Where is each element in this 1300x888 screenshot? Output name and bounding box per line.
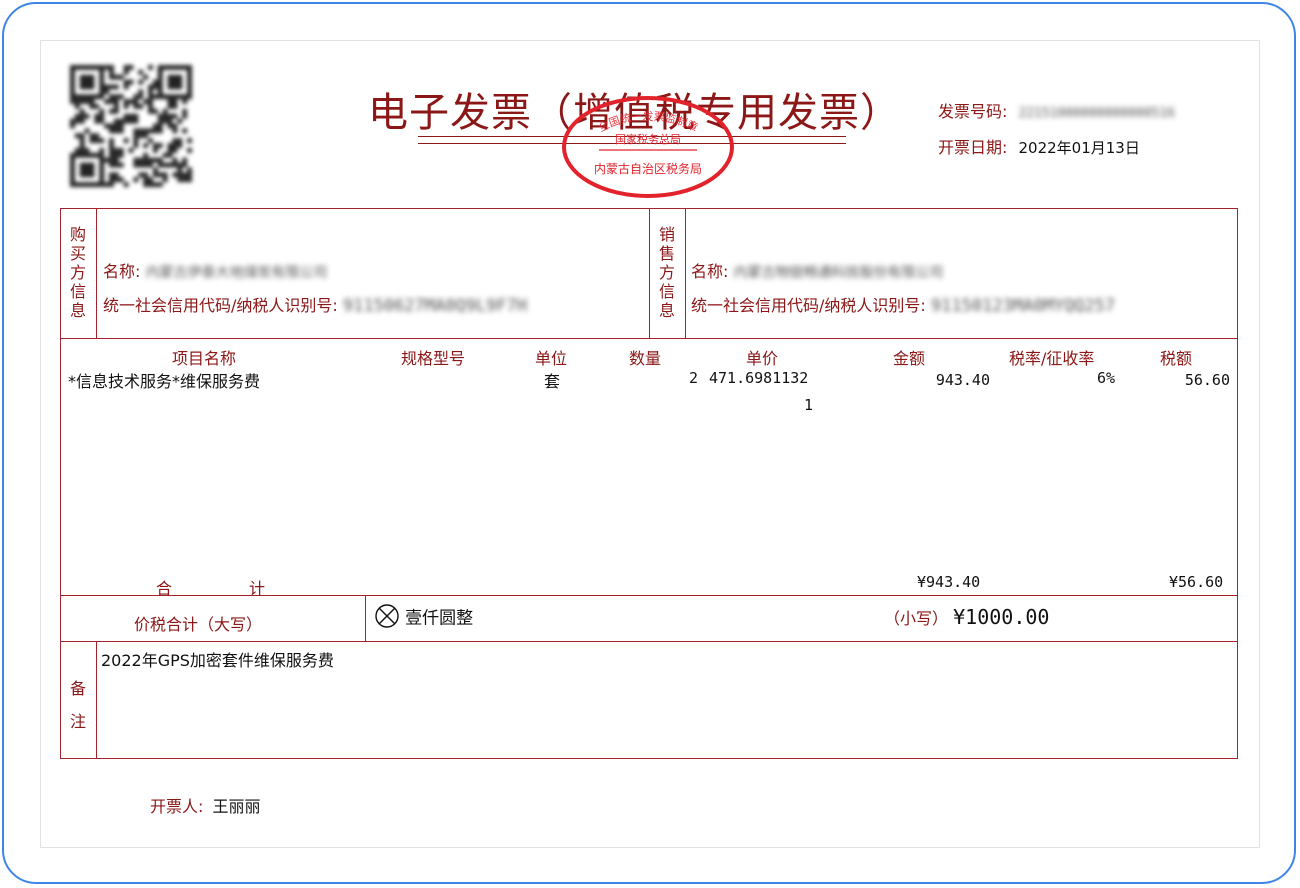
official-seal-stamp: 全国统一发票监制章 国家税务总局 内蒙古自治区税务局	[562, 96, 734, 198]
issuer-name: 王丽丽	[212, 797, 261, 816]
buyer-side-label-char: 息	[69, 301, 86, 320]
divider-parties	[61, 338, 1237, 339]
buyer-side-label-char: 购	[69, 225, 86, 244]
grand-total-words-row: 壹仟圆整	[374, 603, 473, 629]
buyer-name-value: 内蒙古伊泰大地煤炭有限公司	[145, 265, 328, 281]
buyer-label-divider	[96, 209, 97, 338]
item-rate: 6%	[1097, 369, 1116, 387]
divider-grand-total	[61, 641, 1237, 642]
col-header-amount: 金额	[893, 349, 926, 368]
seller-name-value: 内蒙古物链畅通科技股份有限公司	[733, 265, 944, 281]
col-header-qty: 数量	[629, 349, 662, 368]
totals-label-b: 计	[249, 579, 266, 598]
seller-taxid-row: 统一社会信用代码/纳税人识别号: 91150123MA0MYQQ257	[691, 292, 1115, 316]
buyer-taxid-label: 统一社会信用代码/纳税人识别号:	[103, 296, 338, 315]
seller-side-label-char: 售	[658, 244, 675, 263]
item-name: *信息技术服务*维保服务费	[68, 372, 261, 391]
item-tax: 56.60	[1184, 371, 1230, 389]
grand-total-words: 壹仟圆整	[405, 608, 474, 629]
col-header-tax: 税额	[1160, 349, 1193, 368]
item-unit: 套	[544, 372, 561, 391]
remarks-side-label: 备注	[69, 672, 87, 738]
remarks-label-divider	[96, 642, 97, 758]
buyer-side-label-char: 方	[69, 263, 86, 282]
buyer-taxid-value: 91150627MA0Q9L9F7H	[342, 296, 528, 316]
remarks-side-label-char: 注	[69, 712, 86, 731]
divider-totals	[61, 595, 1237, 596]
item-price-line1: 471.6981132	[709, 369, 809, 387]
stamp-top-text: 全国统一发票监制章	[595, 109, 700, 135]
grand-total-label: 价税合计（大写）	[134, 615, 263, 634]
stamp-bottom-text: 内蒙古自治区税务局	[594, 161, 702, 176]
remarks-side-label-char: 备	[69, 679, 86, 698]
buyer-side-label: 购买方信息	[69, 225, 87, 320]
issue-date-row: 开票日期: 2022年01月13日	[938, 134, 1140, 158]
totals-tax: ¥56.60	[1169, 573, 1224, 591]
seller-side-label-char: 销	[658, 225, 675, 244]
seller-side-label-char: 信	[658, 282, 675, 301]
totals-amount: ¥943.40	[917, 573, 981, 591]
seller-name-label: 名称:	[691, 262, 729, 281]
seller-label-divider	[685, 209, 686, 338]
grand-total-small-row: （小写） ¥1000.00	[884, 605, 1049, 629]
buyer-side-label-char: 买	[69, 244, 86, 263]
item-amount: 943.40	[935, 371, 990, 389]
buyer-taxid-row: 统一社会信用代码/纳税人识别号: 91150627MA0Q9L9F7H	[103, 292, 527, 316]
buyer-name-label: 名称:	[103, 262, 141, 281]
item-qty: 2	[689, 369, 699, 387]
seller-side-label-char: 方	[658, 263, 675, 282]
svg-text:全国统一发票监制章: 全国统一发票监制章	[595, 109, 700, 135]
seller-taxid-value: 91150123MA0MYQQ257	[930, 296, 1116, 316]
col-header-rate: 税率/征收率	[1009, 349, 1095, 368]
grand-total-divider	[365, 596, 366, 641]
circled-x-icon	[375, 604, 399, 628]
grand-total-small-value: ¥1000.00	[953, 605, 1050, 629]
buyer-name-row: 名称: 内蒙古伊泰大地煤炭有限公司	[103, 258, 328, 282]
seller-side-label: 销售方信息	[658, 225, 676, 320]
buyer-seller-divider	[649, 209, 650, 338]
grand-total-small-label: （小写）	[884, 609, 949, 628]
invoice-number-label: 发票号码:	[938, 102, 1008, 121]
qr-code	[70, 65, 192, 187]
col-header-item: 项目名称	[172, 349, 237, 368]
issuer-row: 开票人: 王丽丽	[150, 793, 261, 817]
invoice-number-row: 发票号码: 22151000000000000516	[938, 98, 1175, 122]
issuer-label: 开票人:	[150, 797, 204, 816]
buyer-side-label-char: 信	[69, 282, 86, 301]
totals-label-a: 合	[156, 579, 173, 598]
remarks-text: 2022年GPS加密套件维保服务费	[101, 651, 334, 670]
col-header-spec: 规格型号	[401, 349, 466, 368]
seller-side-label-char: 息	[658, 301, 675, 320]
stamp-middle-text: 国家税务总局	[615, 132, 681, 146]
col-header-price: 单价	[746, 349, 779, 368]
issue-date-label: 开票日期:	[938, 138, 1008, 157]
issue-date-value: 2022年01月13日	[1018, 139, 1140, 157]
item-price-line2: 1	[804, 396, 814, 414]
col-header-unit: 单位	[535, 349, 568, 368]
invoice-number-value: 22151000000000000516	[1018, 106, 1176, 121]
seller-taxid-label: 统一社会信用代码/纳税人识别号:	[691, 296, 926, 315]
seller-name-row: 名称: 内蒙古物链畅通科技股份有限公司	[691, 258, 944, 282]
